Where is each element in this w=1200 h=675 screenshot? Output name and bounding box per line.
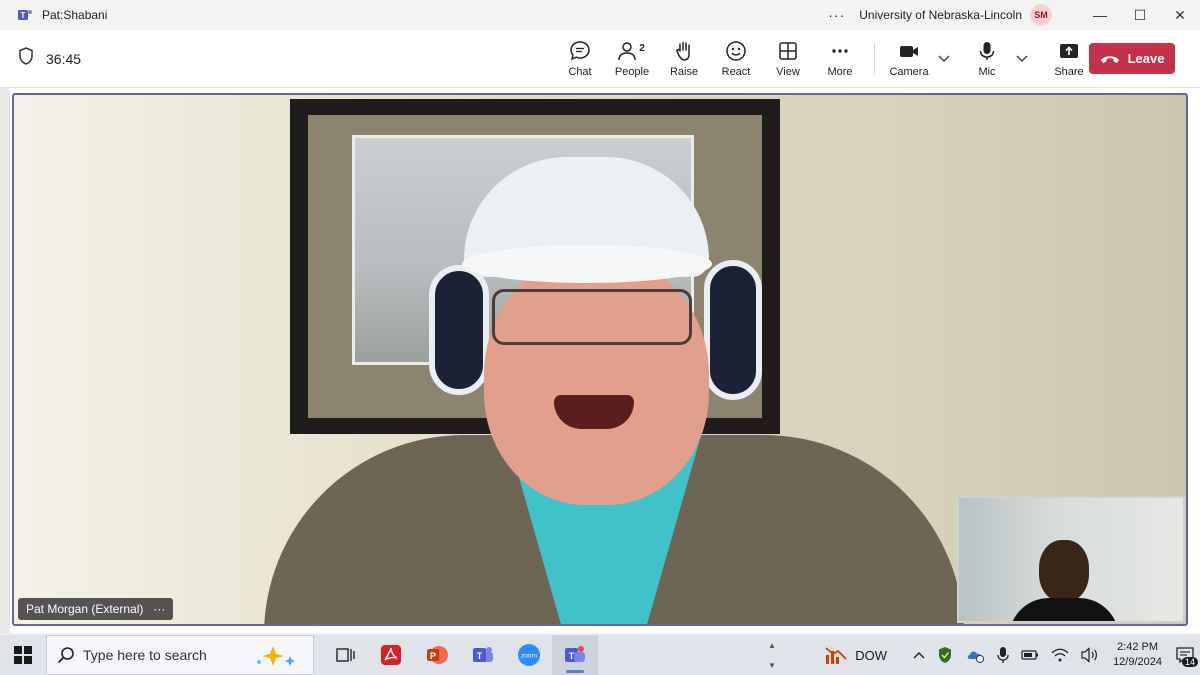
maximize-button[interactable]: ☐ <box>1120 0 1160 30</box>
teams-meeting-icon: T <box>565 646 585 662</box>
avatar[interactable]: SM <box>1030 4 1052 26</box>
share-label: Share <box>1054 66 1084 78</box>
stock-widget[interactable]: DOW <box>819 635 907 675</box>
chevron-up-icon[interactable]: ▲ <box>768 641 776 650</box>
camera-button[interactable]: Camera <box>883 30 935 88</box>
wifi-icon[interactable] <box>1045 635 1075 675</box>
people-icon: 2 <box>618 42 645 61</box>
organization-name: University of Nebraska-Lincoln <box>859 8 1022 22</box>
more-button[interactable]: More <box>814 30 866 88</box>
acrobat-icon <box>381 645 401 665</box>
leave-button[interactable]: Leave <box>1089 43 1175 74</box>
search-icon <box>57 647 74 664</box>
smile-icon <box>726 41 746 61</box>
zoom-icon: zoom <box>518 644 540 666</box>
stage-edge <box>0 88 10 633</box>
stock-label: DOW <box>855 647 888 663</box>
microphone-tray-icon[interactable] <box>991 635 1015 675</box>
search-placeholder: Type here to search <box>83 647 207 663</box>
notification-center-button[interactable]: 14 <box>1170 635 1200 675</box>
leave-label: Leave <box>1127 51 1165 66</box>
chat-button[interactable]: Chat <box>554 30 606 88</box>
teams-icon: T <box>16 6 34 24</box>
onedrive-icon[interactable] <box>959 635 991 675</box>
task-view-icon <box>336 648 355 662</box>
self-view-tile[interactable] <box>957 496 1185 623</box>
chevron-down-icon[interactable]: ▼ <box>768 661 776 670</box>
chat-icon <box>570 41 590 61</box>
title-bar: T Pat:Shabani ··· University of Nebraska… <box>0 0 1200 30</box>
battery-icon[interactable] <box>1015 635 1045 675</box>
taskbar-zoom[interactable]: zoom <box>506 635 552 675</box>
mic-options-chevron-icon[interactable] <box>1013 30 1031 88</box>
view-label: View <box>776 66 800 78</box>
svg-text:P: P <box>430 651 436 661</box>
hand-icon <box>676 41 690 61</box>
start-button[interactable] <box>0 635 46 675</box>
sparkle-icon <box>257 646 295 666</box>
taskbar-teams[interactable]: T <box>460 635 506 675</box>
participant-name: Pat Morgan (External) <box>26 602 144 616</box>
meeting-toolbar: 36:45 Chat 2 People Raise React View Mor… <box>0 30 1200 88</box>
raise-hand-button[interactable]: Raise <box>658 30 710 88</box>
stock-chart-icon <box>825 647 847 664</box>
people-button[interactable]: 2 People <box>606 30 658 88</box>
chat-label: Chat <box>568 66 592 78</box>
shield-icon <box>18 47 34 70</box>
share-button[interactable]: Share <box>1043 30 1095 88</box>
participant-options-icon[interactable]: ··· <box>153 602 165 616</box>
hang-up-icon <box>1100 55 1119 63</box>
system-clock[interactable]: 2:42 PM 12/9/2024 <box>1105 640 1170 670</box>
volume-icon[interactable] <box>1075 635 1105 675</box>
taskbar-acrobat[interactable] <box>368 635 414 675</box>
more-options-icon[interactable]: ··· <box>828 7 845 23</box>
camera-icon <box>900 46 918 57</box>
svg-text:zoom: zoom <box>521 653 537 660</box>
notification-badge: 14 <box>1181 657 1198 667</box>
minimize-button[interactable]: — <box>1080 0 1120 30</box>
participant-name-tag[interactable]: Pat Morgan (External) ··· <box>18 598 174 620</box>
system-tray: DOW 2:42 PM 12/9/2024 14 <box>819 635 1200 675</box>
search-box[interactable]: Type here to search <box>46 635 314 675</box>
view-button[interactable]: View <box>762 30 814 88</box>
react-button[interactable]: React <box>710 30 762 88</box>
raise-label: Raise <box>669 66 699 78</box>
svg-text:T: T <box>569 651 575 661</box>
more-label: More <box>827 66 853 78</box>
react-label: React <box>721 66 751 78</box>
ellipsis-icon <box>832 49 848 53</box>
people-label: People <box>614 66 650 78</box>
close-button[interactable]: ✕ <box>1160 0 1200 30</box>
grid-icon <box>779 42 797 60</box>
mic-label: Mic <box>978 66 996 78</box>
powerpoint-icon: P <box>427 646 448 664</box>
clock-date: 12/9/2024 <box>1113 656 1162 668</box>
svg-text:T: T <box>21 11 26 20</box>
clock-time: 2:42 PM <box>1117 641 1159 653</box>
tray-overflow-chevron-icon[interactable] <box>907 635 931 675</box>
taskbar-powerpoint[interactable]: P <box>414 635 460 675</box>
taskbar-scroll[interactable]: ▲ ▼ <box>764 635 780 675</box>
people-count: 2 <box>639 43 645 54</box>
windows-taskbar: Type here to search P T zoom T ▲ ▼ DOW 2… <box>0 635 1200 675</box>
meeting-timer: 36:45 <box>46 50 82 67</box>
microphone-icon <box>979 42 995 60</box>
task-view-button[interactable] <box>322 635 368 675</box>
teams-icon: T <box>473 647 493 662</box>
mic-button[interactable]: Mic <box>961 30 1013 88</box>
windows-logo-icon <box>14 646 32 664</box>
security-shield-icon[interactable] <box>931 635 959 675</box>
taskbar-teams-active[interactable]: T <box>552 635 598 675</box>
share-icon <box>1060 44 1078 58</box>
camera-options-chevron-icon[interactable] <box>935 30 953 88</box>
toolbar-divider <box>874 43 875 75</box>
svg-text:T: T <box>477 651 483 661</box>
camera-label: Camera <box>889 66 929 78</box>
window-title: Pat:Shabani <box>42 8 108 22</box>
